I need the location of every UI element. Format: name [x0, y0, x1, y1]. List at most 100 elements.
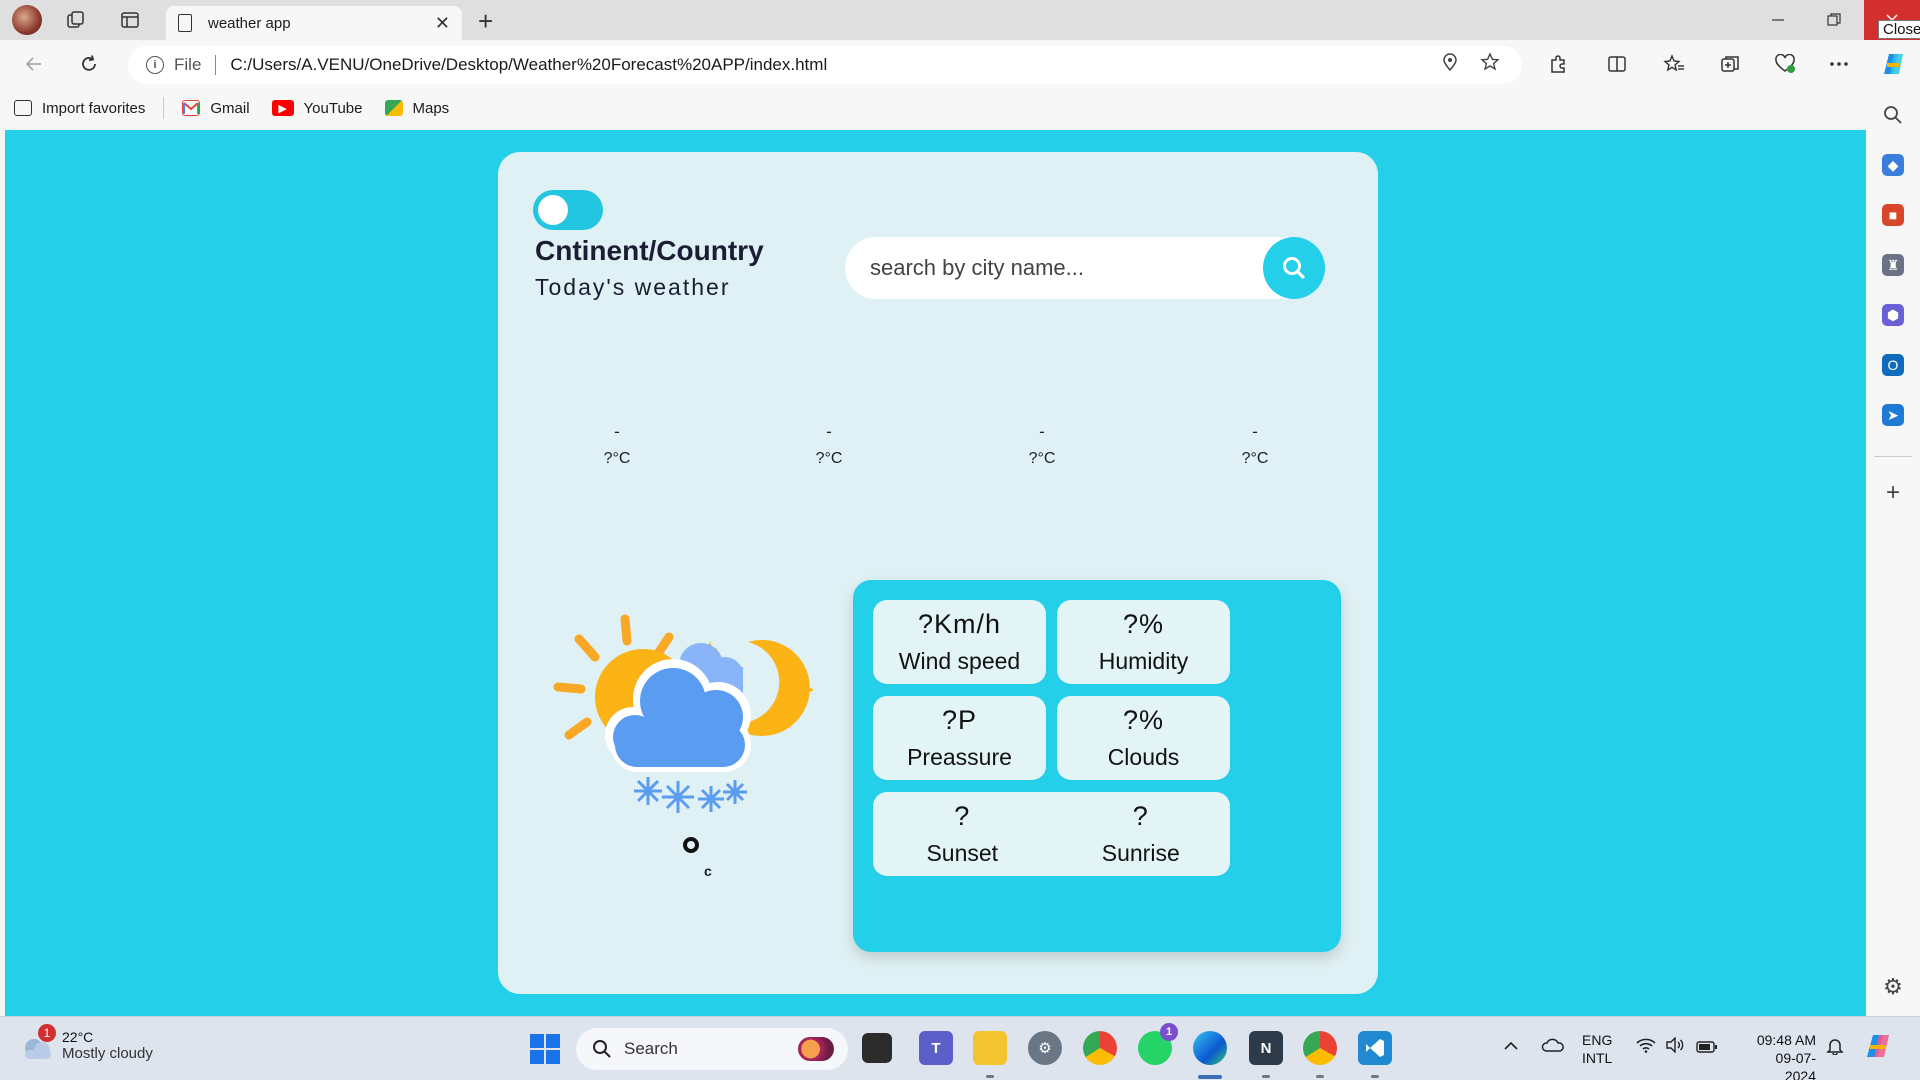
sunrise-label: Sunrise	[1101, 840, 1180, 866]
forecast-temp: ?°C	[1241, 450, 1269, 467]
language-indicator[interactable]: ENG INTL	[1582, 1031, 1612, 1067]
vscode-icon[interactable]	[1358, 1031, 1392, 1065]
chrome-icon[interactable]	[1083, 1031, 1117, 1065]
forecast-time: -	[1039, 422, 1045, 441]
gmail-icon	[182, 100, 201, 116]
degree-symbol	[683, 837, 699, 853]
games-icon[interactable]: ♜	[1882, 254, 1904, 276]
favorite-gmail[interactable]: Gmail	[182, 100, 250, 117]
shopping-tag-icon[interactable]: ◆	[1882, 154, 1904, 176]
url-text[interactable]: C:/Users/A.VENU/OneDrive/Desktop/Weather…	[230, 55, 1430, 75]
favorite-label: YouTube	[303, 99, 363, 117]
weather-details-panel: ?Km/h Wind speed ?% Humidity ?P Preassur…	[853, 580, 1341, 952]
task-view-icon[interactable]	[862, 1033, 892, 1063]
tab-actions-icon[interactable]	[118, 8, 142, 32]
humidity-label: Humidity	[1098, 648, 1189, 674]
search-icon	[593, 1040, 611, 1058]
favorites-icon[interactable]	[1660, 50, 1688, 78]
favorite-label: Maps	[412, 99, 450, 117]
outlook-icon[interactable]: O	[1882, 354, 1904, 376]
minimize-button[interactable]	[1750, 0, 1806, 40]
address-bar[interactable]: i File C:/Users/A.VENU/OneDrive/Desktop/…	[128, 46, 1522, 84]
file-explorer-icon[interactable]	[973, 1031, 1007, 1065]
forecast-time: -	[826, 422, 832, 441]
favorite-import[interactable]: Import favorites	[14, 100, 145, 117]
whatsapp-icon[interactable]: 1	[1138, 1023, 1178, 1065]
clock-time: 09:48 AM	[1756, 1032, 1816, 1048]
settings-gear-icon[interactable]: ⚙	[1882, 974, 1904, 999]
workspaces-icon[interactable]	[64, 8, 88, 32]
favorite-star-icon[interactable]	[1470, 52, 1510, 78]
info-icon[interactable]: i	[146, 56, 164, 74]
search-highlight-icon	[798, 1037, 834, 1061]
microsoft-365-icon[interactable]: ⬢	[1882, 304, 1904, 326]
wifi-icon[interactable]	[1636, 1037, 1656, 1057]
send-icon[interactable]: ➤	[1882, 404, 1904, 426]
theme-toggle[interactable]	[533, 190, 603, 230]
browser-essentials-icon[interactable]	[1771, 50, 1799, 78]
sunrise-block: ? Sunrise	[1052, 792, 1231, 876]
todays-weather-label: Today's weather	[535, 274, 731, 300]
forecast-temp: ?°C	[1028, 450, 1056, 467]
new-tab-button[interactable]: +	[478, 6, 493, 37]
clouds-label: Clouds	[1107, 744, 1180, 770]
split-screen-icon[interactable]	[1603, 50, 1631, 78]
more-options-icon[interactable]	[1825, 50, 1853, 78]
add-icon[interactable]: +	[1882, 479, 1904, 506]
settings-icon[interactable]: ⚙	[1028, 1031, 1062, 1065]
search-label: Search	[624, 1039, 678, 1058]
forecast-item: - ?°C	[557, 422, 677, 468]
search-icon[interactable]	[1882, 104, 1904, 126]
copilot-icon[interactable]	[1880, 50, 1908, 78]
volume-icon[interactable]	[1665, 1036, 1685, 1057]
battery-icon[interactable]	[1696, 1039, 1718, 1057]
notification-bell-icon[interactable]	[1826, 1037, 1844, 1059]
wind-speed-tile: ?Km/h Wind speed	[873, 600, 1046, 684]
extensions-icon[interactable]	[1544, 50, 1572, 78]
running-indicator	[1262, 1075, 1270, 1078]
favorites-bar: Import favorites Gmail ▶ YouTube Maps	[0, 88, 1880, 128]
active-app-indicator	[1198, 1075, 1222, 1079]
sunset-block: ? Sunset	[873, 792, 1052, 876]
sunset-label: Sunset	[926, 840, 999, 866]
favorite-label: Import favorites	[42, 99, 146, 117]
favorites-separator	[163, 97, 165, 119]
sidebar-divider	[1874, 456, 1912, 457]
windows-start-icon[interactable]	[528, 1032, 562, 1066]
title-bar: weather app ✕ + Close	[0, 0, 1920, 40]
teams-icon[interactable]: T	[919, 1031, 953, 1065]
youtube-icon: ▶	[271, 100, 294, 116]
tab-weather-app[interactable]: weather app ✕	[166, 6, 462, 40]
tab-close-icon[interactable]: ✕	[435, 13, 450, 34]
taskbar-weather-widget[interactable]: 1 22°C Mostly cloudy	[20, 1023, 153, 1062]
city-search-input[interactable]	[870, 255, 1250, 281]
url-separator	[215, 55, 217, 75]
weather-illustration-icon	[553, 614, 813, 813]
location-pin-icon[interactable]	[1430, 53, 1470, 77]
back-arrow-icon[interactable]	[20, 50, 48, 78]
chrome-profile-icon[interactable]	[1303, 1031, 1337, 1065]
forecast-time: -	[1252, 422, 1258, 441]
copilot-taskbar-icon[interactable]	[1864, 1031, 1894, 1065]
pressure-label: Preassure	[907, 744, 1012, 770]
favorite-youtube[interactable]: ▶ YouTube	[271, 99, 363, 117]
show-hidden-icons-chevron-icon[interactable]	[1503, 1037, 1519, 1055]
refresh-icon[interactable]	[75, 50, 103, 78]
forecast-item: - ?°C	[982, 422, 1102, 468]
edge-icon[interactable]	[1193, 1031, 1227, 1065]
profile-avatar[interactable]	[12, 5, 42, 35]
clock[interactable]: 09:48 AM 09-07-2024	[1746, 1031, 1816, 1080]
temperature-unit: c	[704, 863, 712, 879]
tools-briefcase-icon[interactable]: ■	[1882, 204, 1904, 226]
restore-button[interactable]	[1806, 0, 1862, 40]
import-icon	[14, 100, 32, 116]
clock-date: 09-07-2024	[1775, 1050, 1816, 1080]
favorite-maps[interactable]: Maps	[384, 99, 450, 117]
taskbar-search[interactable]: Search	[576, 1028, 848, 1070]
onedrive-cloud-icon[interactable]	[1541, 1037, 1565, 1057]
collections-icon[interactable]	[1716, 50, 1744, 78]
running-indicator	[1371, 1075, 1379, 1078]
search-button[interactable]	[1263, 237, 1325, 299]
nxt-wave-icon[interactable]: N	[1249, 1031, 1283, 1065]
wind-speed-label: Wind speed	[898, 648, 1021, 674]
